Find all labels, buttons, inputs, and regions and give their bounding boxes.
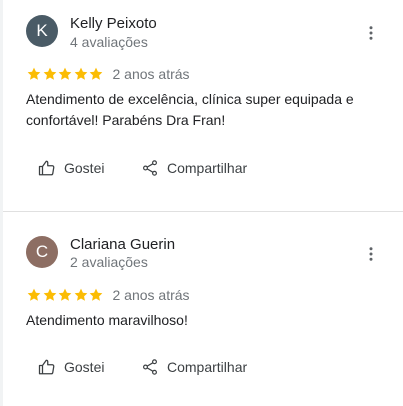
review-date: 2 anos atrás: [112, 66, 190, 82]
review-card: C Clariana Guerin 2 avaliações 2 anos at…: [0, 213, 403, 406]
star-icon: [89, 67, 103, 80]
review-divider: [3, 211, 403, 212]
review-card: K Kelly Peixoto 4 avaliações 2 anos atrá…: [0, 0, 403, 212]
star-rating: [26, 66, 104, 82]
review-text: Atendimento maravilhoso!: [26, 312, 188, 328]
more-vert-icon[interactable]: [362, 24, 380, 42]
star-icon: [74, 67, 87, 80]
star-icon: [27, 288, 41, 301]
reviewer-name[interactable]: Kelly Peixoto: [70, 15, 157, 32]
like-button[interactable]: Gostei: [38, 358, 104, 376]
avatar[interactable]: K: [26, 15, 58, 47]
reviewer-review-count: 2 avaliações: [70, 254, 148, 270]
avatar[interactable]: C: [26, 236, 58, 268]
reviewer-name[interactable]: Clariana Guerin: [70, 236, 175, 253]
star-rating: [26, 287, 104, 303]
like-button[interactable]: Gostei: [38, 159, 104, 177]
share-icon: [143, 160, 157, 176]
reviews-list: K Kelly Peixoto 4 avaliações 2 anos atrá…: [0, 0, 403, 406]
star-icon: [58, 67, 72, 80]
star-icon: [43, 67, 56, 80]
reviewer-review-count: 4 avaliações: [70, 34, 148, 50]
share-label: Compartilhar: [167, 160, 248, 176]
share-icon: [143, 359, 157, 375]
thumb-up-icon: [38, 160, 55, 176]
share-button[interactable]: Compartilhar: [141, 358, 247, 376]
star-icon: [58, 288, 72, 301]
avatar-letter: K: [36, 21, 48, 40]
star-icon: [43, 288, 56, 301]
star-icon: [89, 288, 103, 301]
more-vert-icon[interactable]: [362, 245, 380, 263]
review-date: 2 anos atrás: [112, 287, 190, 303]
share-label: Compartilhar: [167, 359, 248, 375]
star-icon: [27, 67, 41, 80]
rating-row: 2 anos atrás: [26, 287, 190, 303]
rating-row: 2 anos atrás: [26, 66, 190, 82]
star-icon: [74, 288, 87, 301]
review-text: Atendimento de excelência, clínica super…: [26, 91, 354, 128]
like-label: Gostei: [64, 160, 105, 176]
share-button[interactable]: Compartilhar: [141, 159, 247, 177]
thumb-up-icon: [38, 359, 55, 375]
avatar-letter: C: [35, 242, 49, 261]
like-label: Gostei: [64, 359, 105, 375]
